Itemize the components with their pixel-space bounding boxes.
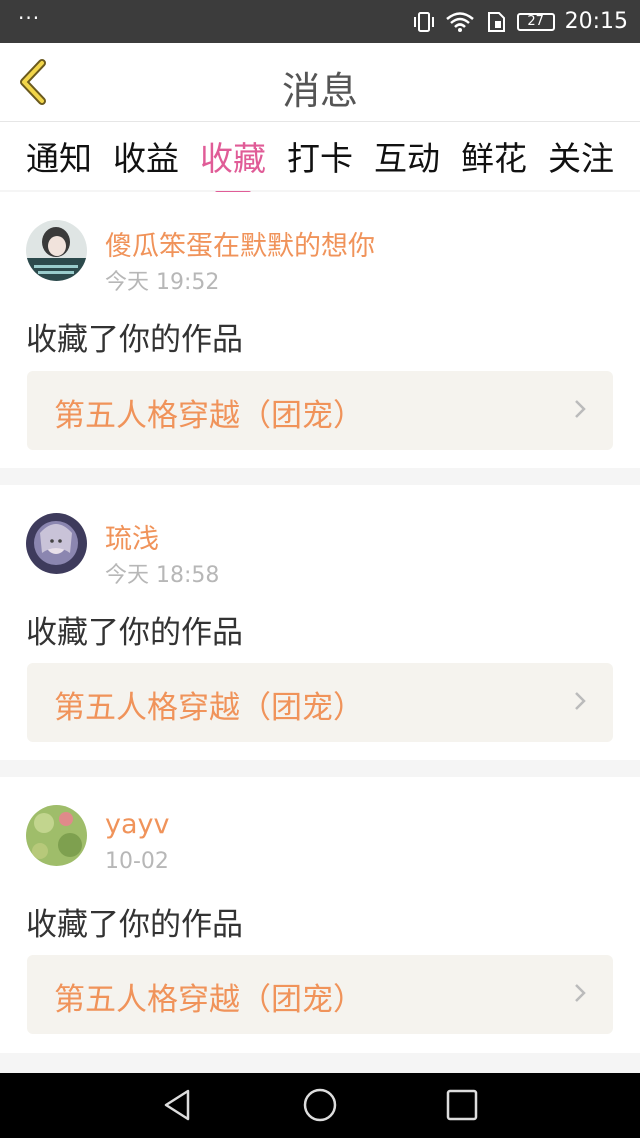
tab-notifications[interactable]: 通知 [24, 132, 94, 180]
tab-label: 收益 [113, 139, 179, 178]
vibrate-icon [413, 11, 434, 32]
work-title: 第五人格穿越（团宠） [54, 690, 364, 726]
tab-label: 鲜花 [461, 139, 527, 178]
nav-home-icon[interactable] [302, 1087, 338, 1123]
action-text: 收藏了你的作品 [26, 615, 243, 651]
message-card: yayv 10-02 收藏了你的作品 第五人格穿越（团宠） [0, 777, 640, 1053]
chevron-right-icon [575, 400, 586, 418]
battery-icon: 27 [516, 12, 555, 31]
tab-label: 互动 [374, 139, 440, 178]
chevron-right-icon [575, 692, 586, 710]
tab-label: 打卡 [287, 139, 353, 178]
tab-flowers[interactable]: 鲜花 [459, 132, 529, 180]
timestamp: 10-02 [105, 849, 169, 874]
work-title: 第五人格穿越（团宠） [54, 398, 364, 434]
tab-label: 通知 [26, 139, 92, 178]
status-bar: ··· 27 20:15 [0, 0, 640, 43]
system-nav-bar [0, 1073, 640, 1138]
tab-label: 关注 [548, 139, 614, 178]
avatar[interactable] [26, 805, 87, 866]
tab-favorites[interactable]: 收藏 [198, 132, 268, 195]
username[interactable]: 傻瓜笨蛋在默默的想你 [105, 224, 375, 263]
message-card: 傻瓜笨蛋在默默的想你 今天 19:52 收藏了你的作品 第五人格穿越（团宠） [0, 192, 640, 468]
tab-bar: 通知 收益 收藏 打卡 互动 鲜花 关注 [0, 122, 640, 195]
avatar[interactable] [26, 220, 87, 281]
timestamp: 今天 19:52 [105, 270, 220, 295]
work-title: 第五人格穿越（团宠） [54, 982, 364, 1018]
tab-label: 收藏 [200, 139, 266, 178]
page-title: 消息 [281, 69, 358, 113]
clock: 20:15 [564, 9, 628, 34]
work-link[interactable]: 第五人格穿越（团宠） [27, 955, 613, 1034]
message-card: 琉浅 今天 18:58 收藏了你的作品 第五人格穿越（团宠） [0, 485, 640, 760]
sim-icon [487, 11, 505, 32]
tab-follow[interactable]: 关注 [546, 132, 616, 180]
timestamp: 今天 18:58 [105, 563, 220, 588]
wifi-icon [445, 11, 474, 32]
tab-earnings[interactable]: 收益 [111, 132, 181, 180]
nav-back-icon[interactable] [160, 1087, 196, 1123]
action-text: 收藏了你的作品 [26, 322, 243, 358]
status-icons: 27 20:15 [413, 0, 628, 43]
nav-recents-icon[interactable] [444, 1087, 480, 1123]
work-link[interactable]: 第五人格穿越（团宠） [27, 371, 613, 450]
username[interactable]: 琉浅 [105, 517, 159, 556]
work-link[interactable]: 第五人格穿越（团宠） [27, 663, 613, 742]
action-text: 收藏了你的作品 [26, 907, 243, 943]
app-header: 消息 [0, 43, 640, 122]
tab-interaction[interactable]: 互动 [372, 132, 442, 180]
tab-checkin[interactable]: 打卡 [285, 132, 355, 180]
username[interactable]: yayv [105, 809, 169, 840]
chevron-right-icon [575, 984, 586, 1002]
more-notifications-icon: ··· [18, 6, 41, 30]
avatar[interactable] [26, 513, 87, 574]
